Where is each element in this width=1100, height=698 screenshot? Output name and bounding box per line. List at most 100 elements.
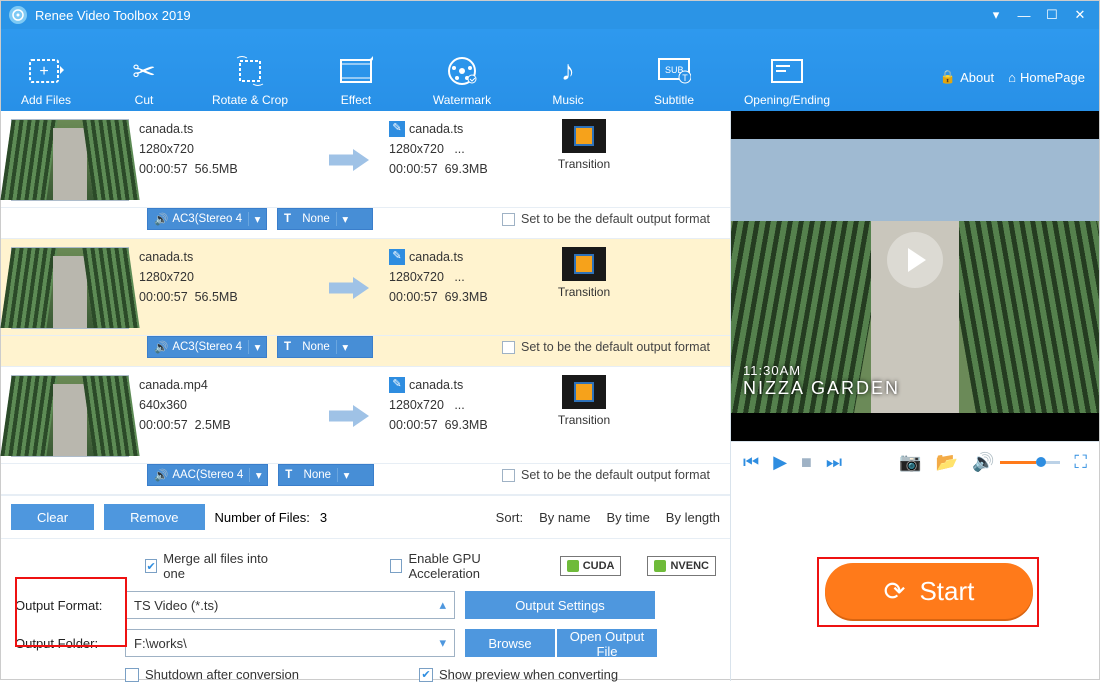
input-filename: canada.ts xyxy=(139,119,309,139)
tool-cut[interactable]: ✂ Cut xyxy=(91,49,197,107)
sort-by-length[interactable]: By length xyxy=(666,510,720,525)
output-resolution: 1280x720 ... xyxy=(389,267,539,287)
audio-dropdown[interactable]: 🔊AAC(Stereo 4 ▾ xyxy=(147,464,268,486)
file-row[interactable]: canada.ts 1280x720 00:00:57 56.5MB ✎cana… xyxy=(1,239,730,336)
default-format-label: Set to be the default output format xyxy=(521,468,710,482)
transition-icon xyxy=(562,119,606,153)
arrow-icon xyxy=(319,247,379,329)
tool-add-files[interactable]: + Add Files xyxy=(1,49,91,107)
checkbox-icon xyxy=(502,213,515,226)
chevron-down-icon: ▾ xyxy=(248,212,266,226)
open-output-button[interactable]: Open Output File xyxy=(557,629,657,657)
edit-icon[interactable]: ✎ xyxy=(389,121,405,137)
clear-button[interactable]: Clear xyxy=(11,504,94,530)
file-thumbnail[interactable] xyxy=(11,247,129,329)
tool-subtitle[interactable]: SUBT Subtitle xyxy=(621,49,727,107)
tool-rotate-crop[interactable]: Rotate & Crop xyxy=(197,49,303,107)
tool-effect[interactable]: ✦ Effect xyxy=(303,49,409,107)
output-dur-size: 00:00:57 69.3MB xyxy=(389,415,539,435)
merge-checkbox[interactable]: ✔ Merge all files into one xyxy=(145,551,274,581)
subtitle-value: None xyxy=(302,341,330,353)
stop-button[interactable]: ■ xyxy=(801,452,812,473)
browse-button[interactable]: Browse xyxy=(465,629,555,657)
default-format-label: Set to be the default output format xyxy=(521,340,710,354)
maximize-button[interactable]: ☐ xyxy=(1041,6,1063,24)
crop-icon xyxy=(197,49,303,93)
tool-label: Watermark xyxy=(409,93,515,107)
output-folder-value: F:\works\ xyxy=(134,636,187,651)
preview-time: 11:30AM xyxy=(743,363,900,378)
output-meta: ✎canada.ts 1280x720 ... 00:00:57 69.3MB xyxy=(389,119,539,201)
play-button[interactable]: ▶ xyxy=(773,452,787,473)
input-dur-size: 00:00:57 2.5MB xyxy=(139,415,309,435)
video-preview[interactable]: 11:30AM NIZZA GARDEN xyxy=(731,111,1099,441)
output-resolution: 1280x720 ... xyxy=(389,139,539,159)
output-settings-button[interactable]: Output Settings xyxy=(465,591,655,619)
prev-button[interactable]: ⏮ xyxy=(743,452,759,473)
output-folder-combo[interactable]: F:\works\ ▾ xyxy=(125,629,455,657)
edit-icon[interactable]: ✎ xyxy=(389,377,405,393)
subtitle-value: None xyxy=(304,469,332,481)
transition-icon xyxy=(562,247,606,281)
file-row-footer: 🔊AAC(Stereo 4 ▾ T None ▾ Set to be the d… xyxy=(1,464,730,495)
file-list: canada.ts 1280x720 00:00:57 56.5MB ✎cana… xyxy=(1,111,730,495)
remove-button[interactable]: Remove xyxy=(104,504,204,530)
opening-icon xyxy=(727,49,847,93)
default-format-checkbox[interactable]: Set to be the default output format xyxy=(502,212,720,226)
minimize-button[interactable]: — xyxy=(1013,6,1035,24)
tool-music[interactable]: ♪ Music xyxy=(515,49,621,107)
close-button[interactable]: ✕ xyxy=(1069,6,1091,24)
audio-dropdown[interactable]: 🔊AC3(Stereo 4 ▾ xyxy=(147,208,267,230)
add-files-icon: + xyxy=(1,49,91,93)
output-filename: canada.ts xyxy=(409,375,463,395)
input-meta: canada.mp4 640x360 00:00:57 2.5MB xyxy=(139,375,309,457)
subtitle-dropdown[interactable]: T None ▾ xyxy=(277,208,373,230)
chevron-down-icon: ▾ xyxy=(439,635,446,651)
volume-control[interactable]: 🔊 xyxy=(972,452,1060,473)
checkbox-icon xyxy=(390,559,402,573)
default-format-checkbox[interactable]: Set to be the default output format xyxy=(502,468,720,482)
home-icon: ⌂ xyxy=(1008,70,1016,85)
tool-opening-ending[interactable]: Opening/Ending xyxy=(727,49,847,107)
dropdown-icon[interactable]: ▾ xyxy=(985,6,1007,24)
tool-label: Cut xyxy=(91,93,197,107)
file-row[interactable]: canada.mp4 640x360 00:00:57 2.5MB ✎canad… xyxy=(1,367,730,464)
play-overlay-button[interactable] xyxy=(887,232,943,288)
output-filename: canada.ts xyxy=(409,119,463,139)
file-thumbnail[interactable] xyxy=(11,375,129,457)
next-button[interactable]: ⏭ xyxy=(826,452,842,473)
transition-button[interactable]: Transition xyxy=(549,119,619,201)
preview-caption: 11:30AM NIZZA GARDEN xyxy=(743,363,900,399)
homepage-link[interactable]: ⌂ HomePage xyxy=(1008,70,1085,85)
file-row[interactable]: canada.ts 1280x720 00:00:57 56.5MB ✎cana… xyxy=(1,111,730,208)
arrow-icon xyxy=(319,119,379,201)
edit-icon[interactable]: ✎ xyxy=(389,249,405,265)
sort-by-time[interactable]: By time xyxy=(606,510,649,525)
audio-dropdown[interactable]: 🔊AC3(Stereo 4 ▾ xyxy=(147,336,267,358)
audio-icon: 🔊 xyxy=(154,212,168,226)
default-format-checkbox[interactable]: Set to be the default output format xyxy=(502,340,720,354)
transition-label: Transition xyxy=(549,157,619,171)
output-format-combo[interactable]: TS Video (*.ts) ▴ xyxy=(125,591,455,619)
audio-value: AAC(Stereo 4 xyxy=(172,469,243,481)
chevron-up-icon: ▴ xyxy=(439,597,446,613)
transition-button[interactable]: Transition xyxy=(549,247,619,329)
input-filename: canada.ts xyxy=(139,247,309,267)
svg-text:✦: ✦ xyxy=(369,56,373,65)
chevron-down-icon: ▾ xyxy=(336,212,354,226)
sort-by-name[interactable]: By name xyxy=(539,510,590,525)
chevron-down-icon: ▾ xyxy=(337,468,355,482)
file-thumbnail[interactable] xyxy=(11,119,129,201)
subtitle-dropdown[interactable]: T None ▾ xyxy=(278,464,374,486)
subtitle-dropdown[interactable]: T None ▾ xyxy=(277,336,373,358)
gpu-checkbox[interactable]: Enable GPU Acceleration xyxy=(390,551,534,581)
transition-button[interactable]: Transition xyxy=(549,375,619,457)
tool-watermark[interactable]: Watermark xyxy=(409,49,515,107)
volume-slider[interactable] xyxy=(1000,461,1060,464)
input-resolution: 1280x720 xyxy=(139,267,309,287)
snapshot-button[interactable]: 📷 xyxy=(899,452,921,473)
open-folder-button[interactable]: 📂 xyxy=(936,452,958,473)
fullscreen-button[interactable]: ⛶ xyxy=(1074,452,1087,473)
arrow-icon xyxy=(319,375,379,457)
about-link[interactable]: 🔒 About xyxy=(940,69,994,85)
